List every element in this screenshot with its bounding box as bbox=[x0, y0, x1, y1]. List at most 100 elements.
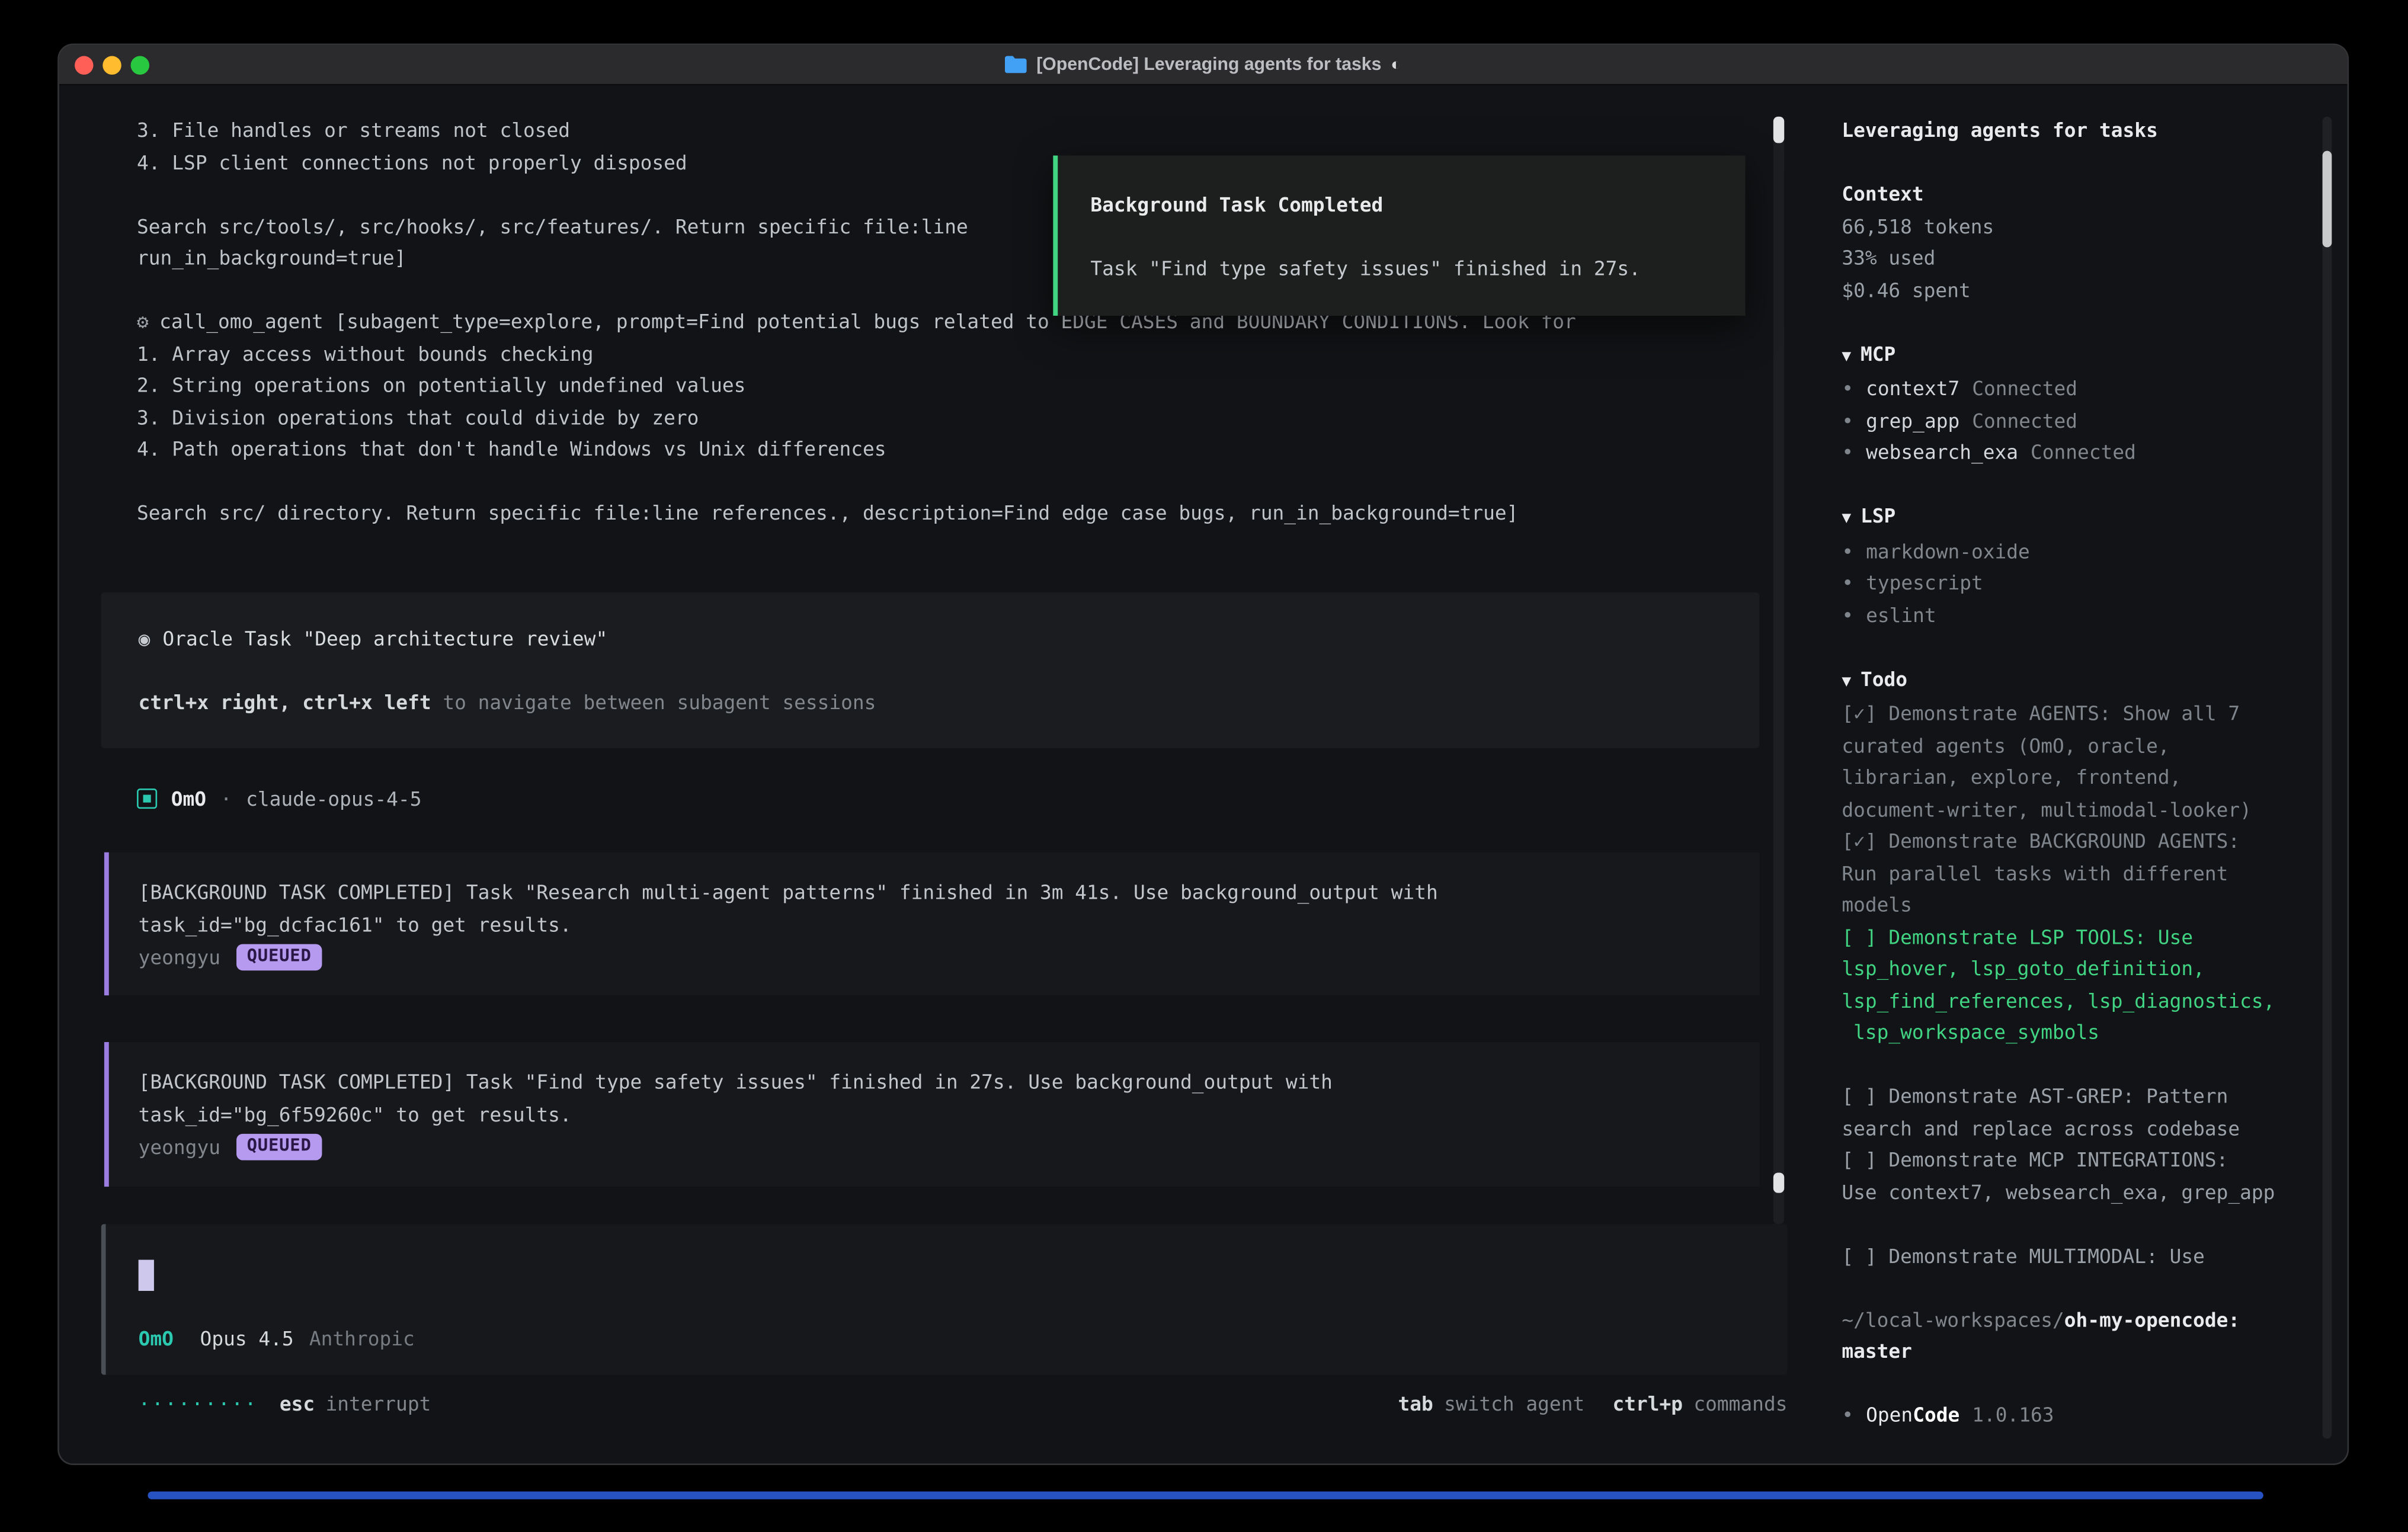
oracle-task-title: Oracle Task "Deep architecture review" bbox=[162, 626, 607, 649]
todo-section-heading: ▼ Todo bbox=[1842, 664, 2285, 698]
mcp-item: •websearch_exaConnected bbox=[1842, 437, 2285, 469]
todo-item: [ ] Demonstrate MULTIMODAL: Use bbox=[1842, 1241, 2285, 1273]
lsp-item: • typescript bbox=[1842, 568, 2285, 600]
tab-key-label: switch agent bbox=[1444, 1392, 1584, 1415]
message-meta: yeongyu QUEUED bbox=[139, 941, 1760, 973]
close-button[interactable] bbox=[75, 55, 94, 74]
workspace-path-prefix: ~/local-workspaces/ bbox=[1842, 1307, 2064, 1331]
mcp-item: •context7Connected bbox=[1842, 373, 2285, 405]
app-name-code: Code bbox=[1913, 1400, 1959, 1432]
input-model-name: Opus 4.5 bbox=[200, 1326, 294, 1350]
git-branch: master bbox=[1842, 1339, 1912, 1362]
mcp-item: •grep_appConnected bbox=[1842, 405, 2285, 437]
chevron-down-icon: ▼ bbox=[1842, 672, 1851, 690]
message-author: yeongyu bbox=[139, 946, 220, 969]
todo-item: [✓] Demonstrate BACKGROUND AGENTS: Run p… bbox=[1842, 826, 2285, 921]
log-line: 3. File handles or streams not closed bbox=[137, 115, 1787, 147]
main-scrollbar-thumb-top[interactable] bbox=[1773, 117, 1784, 143]
tool-call-item: 4. Path operations that don't handle Win… bbox=[137, 434, 1787, 466]
agent-model: claude-opus-4-5 bbox=[246, 787, 421, 810]
bullet-icon: • bbox=[1842, 440, 1853, 463]
session-sidebar: Leveraging agents for tasks Context 66,5… bbox=[1818, 85, 2348, 1465]
bullet-icon: • bbox=[1842, 571, 1853, 594]
window-title-text: [OpenCode] Leveraging agents for tasks bbox=[1036, 55, 1381, 74]
desktop: [OpenCode] Leveraging agents for tasks ◐… bbox=[0, 0, 2408, 1532]
todo-item: [✓] Demonstrate AGENTS: Show all 7 curat… bbox=[1842, 698, 2285, 826]
lsp-name: markdown-oxide bbox=[1866, 539, 2030, 562]
window-content: 3. File handles or streams not closed 4.… bbox=[59, 85, 2348, 1465]
input-agent-name: OmO bbox=[139, 1326, 174, 1350]
context-tokens: 66,518 tokens bbox=[1842, 211, 2285, 243]
ctrlp-key-label: commands bbox=[1693, 1392, 1787, 1415]
commands-hint: ctrl+p commands bbox=[1612, 1392, 1787, 1415]
mcp-name: grep_app bbox=[1866, 408, 1959, 431]
main-scrollbar-thumb[interactable] bbox=[1773, 1172, 1784, 1193]
agent-header: OmO · claude-opus-4-5 bbox=[137, 783, 1787, 815]
session-title: Leveraging agents for tasks bbox=[1842, 115, 2285, 147]
lsp-name: typescript bbox=[1866, 571, 1983, 594]
main-scrollbar[interactable] bbox=[1773, 117, 1784, 1224]
log-spacer bbox=[137, 466, 1787, 498]
toast-body: Task "Find type safety issues" finished … bbox=[1090, 254, 1745, 286]
app-name-open: Open bbox=[1866, 1400, 1913, 1432]
fullscreen-button[interactable] bbox=[131, 55, 150, 74]
titlebar[interactable]: [OpenCode] Leveraging agents for tasks ◐ bbox=[59, 45, 2348, 85]
queued-badge: QUEUED bbox=[236, 944, 322, 970]
lsp-item: •eslint bbox=[1842, 600, 2285, 632]
todo-item: [ ] Demonstrate MCP INTEGRATIONS: Use co… bbox=[1842, 1145, 2285, 1209]
chevron-down-icon: ▼ bbox=[1842, 510, 1851, 527]
lsp-item: •markdown-oxide bbox=[1842, 536, 2285, 568]
background-task-message: [BACKGROUND TASK COMPLETED] Task "Resear… bbox=[104, 852, 1759, 996]
sidebar-scrollbar[interactable] bbox=[2323, 117, 2332, 1439]
omo-agent-icon bbox=[137, 789, 157, 809]
tool-call-tail: Search src/ directory. Return specific f… bbox=[137, 498, 1787, 530]
navigation-hint-text: to navigate between subagent sessions bbox=[431, 690, 876, 713]
oracle-task-box: ◉Oracle Task "Deep architecture review" … bbox=[101, 592, 1760, 748]
esc-key-label: interrupt bbox=[326, 1392, 431, 1415]
workspace-path: ~/local-workspaces/oh-my-opencode: maste… bbox=[1842, 1304, 2285, 1368]
input-provider-name: Anthropic bbox=[309, 1326, 415, 1350]
sidebar-scrollbar-thumb[interactable] bbox=[2323, 151, 2332, 248]
window-title: [OpenCode] Leveraging agents for tasks ◐ bbox=[1006, 55, 1401, 74]
spinner-dots: ········· bbox=[139, 1392, 258, 1415]
queued-badge: QUEUED bbox=[236, 1133, 322, 1160]
background-task-message: [BACKGROUND TASK COMPLETED] Task "Find t… bbox=[104, 1042, 1759, 1187]
dock-hint-bar bbox=[148, 1492, 2263, 1499]
tool-call-item: 2. String operations on potentially unde… bbox=[137, 370, 1787, 402]
gear-icon: ⚙ bbox=[137, 309, 149, 332]
status-bar: ········· esc interrupt tab switch agent… bbox=[101, 1387, 1788, 1419]
message-author: yeongyu bbox=[139, 1135, 220, 1158]
mcp-status: Connected bbox=[2031, 440, 2136, 463]
mcp-status: Connected bbox=[1972, 376, 2077, 399]
bullet-icon: • bbox=[1842, 408, 1853, 431]
context-spent: $0.46 spent bbox=[1842, 274, 2285, 306]
text-cursor bbox=[139, 1260, 154, 1291]
tab-key-hint: tab bbox=[1398, 1392, 1433, 1415]
terminal-window: [OpenCode] Leveraging agents for tasks ◐… bbox=[57, 44, 2349, 1466]
bullet-icon: • bbox=[1842, 1400, 1853, 1432]
chevron-down-icon: ▼ bbox=[1842, 348, 1851, 365]
app-version-footer: • Open Code 1.0.163 bbox=[1842, 1400, 2285, 1432]
app-version: 1.0.163 bbox=[1972, 1400, 2054, 1432]
message-meta: yeongyu QUEUED bbox=[139, 1131, 1760, 1163]
todo-heading-label: Todo bbox=[1861, 666, 1907, 690]
mcp-name: context7 bbox=[1866, 376, 1959, 399]
tab-hint: tab switch agent bbox=[1398, 1392, 1584, 1415]
lsp-heading-label: LSP bbox=[1861, 504, 1895, 527]
window-controls bbox=[75, 45, 149, 84]
toast-title: Background Task Completed bbox=[1090, 190, 1745, 222]
workspace-repo-name: oh-my-opencode: bbox=[2064, 1307, 2240, 1331]
agent-name: OmO bbox=[171, 787, 206, 810]
context-used: 33% used bbox=[1842, 243, 2285, 275]
message-line: [BACKGROUND TASK COMPLETED] Task "Find t… bbox=[139, 1067, 1760, 1099]
ctrlp-key-hint: ctrl+p bbox=[1612, 1392, 1683, 1415]
todo-item: [ ] Demonstrate LSP TOOLS: Use lsp_hover… bbox=[1842, 922, 2285, 1049]
status-left: ········· esc interrupt bbox=[139, 1392, 431, 1415]
minimize-button[interactable] bbox=[103, 55, 121, 74]
lsp-section-heading: ▼ LSP bbox=[1842, 501, 2285, 536]
transcript-pane: 3. File handles or streams not closed 4.… bbox=[59, 85, 1818, 1465]
prompt-input[interactable]: OmO Opus 4.5 Anthropic bbox=[101, 1224, 1788, 1375]
message-line: task_id="bg_dcfac161" to get results. bbox=[139, 909, 1760, 941]
session-progress-icon: ◐ bbox=[1391, 55, 1401, 74]
context-heading: Context bbox=[1842, 179, 2285, 211]
